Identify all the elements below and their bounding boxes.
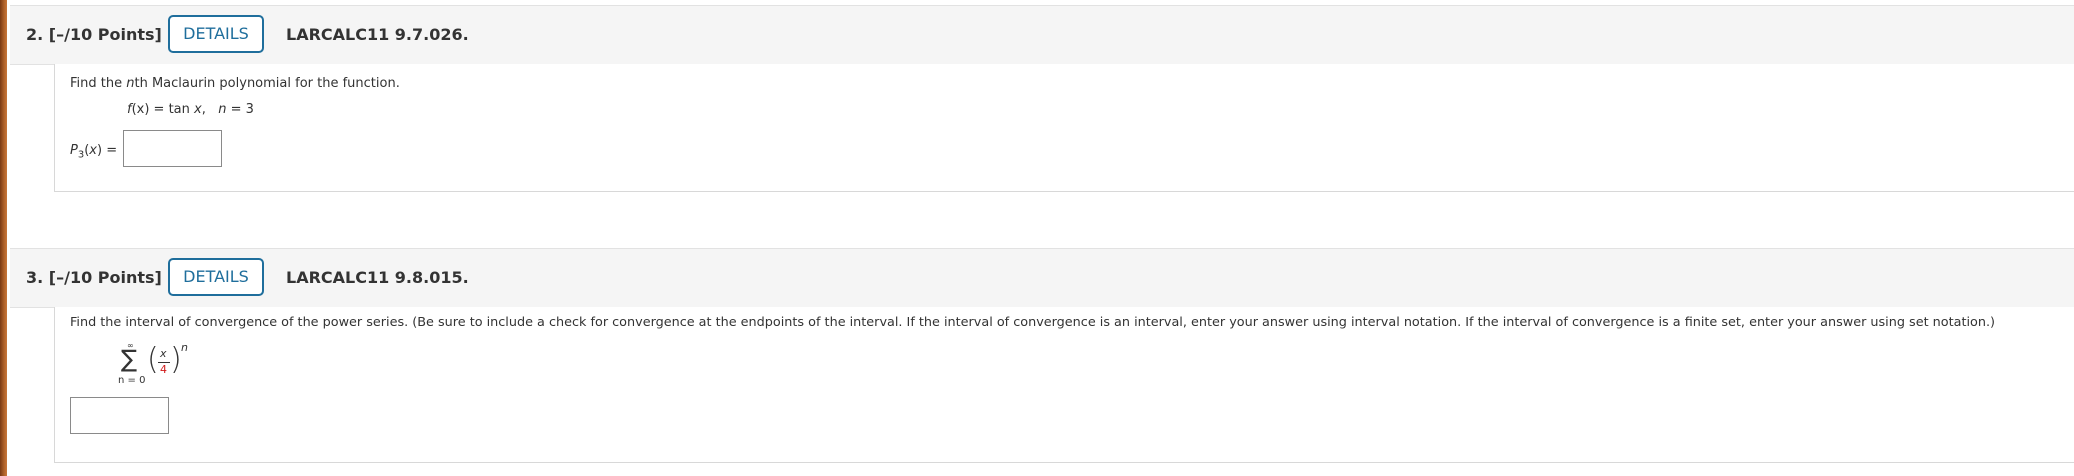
function-n: n bbox=[218, 102, 227, 117]
answer-label-p: P bbox=[70, 143, 78, 158]
question-3-code: LARCALC11 9.8.015. bbox=[286, 268, 469, 287]
question-2-body: Find the n th Maclaurin polynomial for th… bbox=[54, 64, 2074, 192]
right-paren: ) bbox=[170, 342, 182, 377]
question-2-number-points: 2. [–/10 Points] bbox=[26, 25, 162, 44]
question-3-prompt: Find the interval of convergence of the … bbox=[70, 315, 1996, 330]
question-3-header: 3. [–/10 Points] DETAILS LARCALC11 9.8.0… bbox=[10, 248, 2074, 308]
left-edge-strip bbox=[0, 0, 7, 476]
question-2-prompt: Find the nth Maclaurin polynomial for th… bbox=[70, 76, 400, 91]
answer-label-close: ) = bbox=[97, 143, 118, 158]
function-arg: (x) bbox=[131, 102, 150, 117]
fraction-denominator: 4 bbox=[160, 363, 167, 376]
left-paren: ( bbox=[147, 342, 159, 377]
question-2-function: f(x) = tan x, n = 3 bbox=[127, 102, 254, 117]
question-3-answer-input[interactable] bbox=[70, 397, 169, 434]
prompt-text-post: th Maclaurin polynomial for the function… bbox=[134, 76, 400, 91]
power-series: ∞ ∑ n = 0 ( x 4 ) n bbox=[115, 341, 195, 391]
question-2-details-button[interactable]: DETAILS bbox=[168, 15, 264, 53]
question-3-body: Find the interval of convergence of the … bbox=[54, 307, 2074, 463]
function-x: x bbox=[194, 102, 202, 117]
question-3-details-button[interactable]: DETAILS bbox=[168, 258, 264, 296]
question-3-number-points: 3. [–/10 Points] bbox=[26, 268, 162, 287]
function-n-eq: = 3 bbox=[226, 102, 254, 117]
function-comma: , bbox=[201, 102, 206, 117]
function-eq: = tan bbox=[149, 102, 195, 117]
sigma-lower-limit: n = 0 bbox=[118, 375, 146, 386]
question-2-answer-input[interactable] bbox=[123, 130, 222, 167]
answer-label-x: x bbox=[89, 143, 97, 158]
series-exponent: n bbox=[181, 341, 188, 354]
fraction-numerator: x bbox=[160, 347, 167, 360]
question-2-header: 2. [–/10 Points] DETAILS LARCALC11 9.7.0… bbox=[10, 5, 2074, 65]
question-2-answer-label: P3(x) = bbox=[70, 143, 117, 161]
prompt-text-pre: Find the bbox=[70, 76, 127, 91]
question-2: 2. [–/10 Points] DETAILS LARCALC11 9.7.0… bbox=[10, 5, 2074, 192]
sigma-icon: ∑ bbox=[121, 345, 138, 373]
question-3: 3. [–/10 Points] DETAILS LARCALC11 9.8.0… bbox=[10, 248, 2074, 464]
question-2-code: LARCALC11 9.7.026. bbox=[286, 25, 469, 44]
